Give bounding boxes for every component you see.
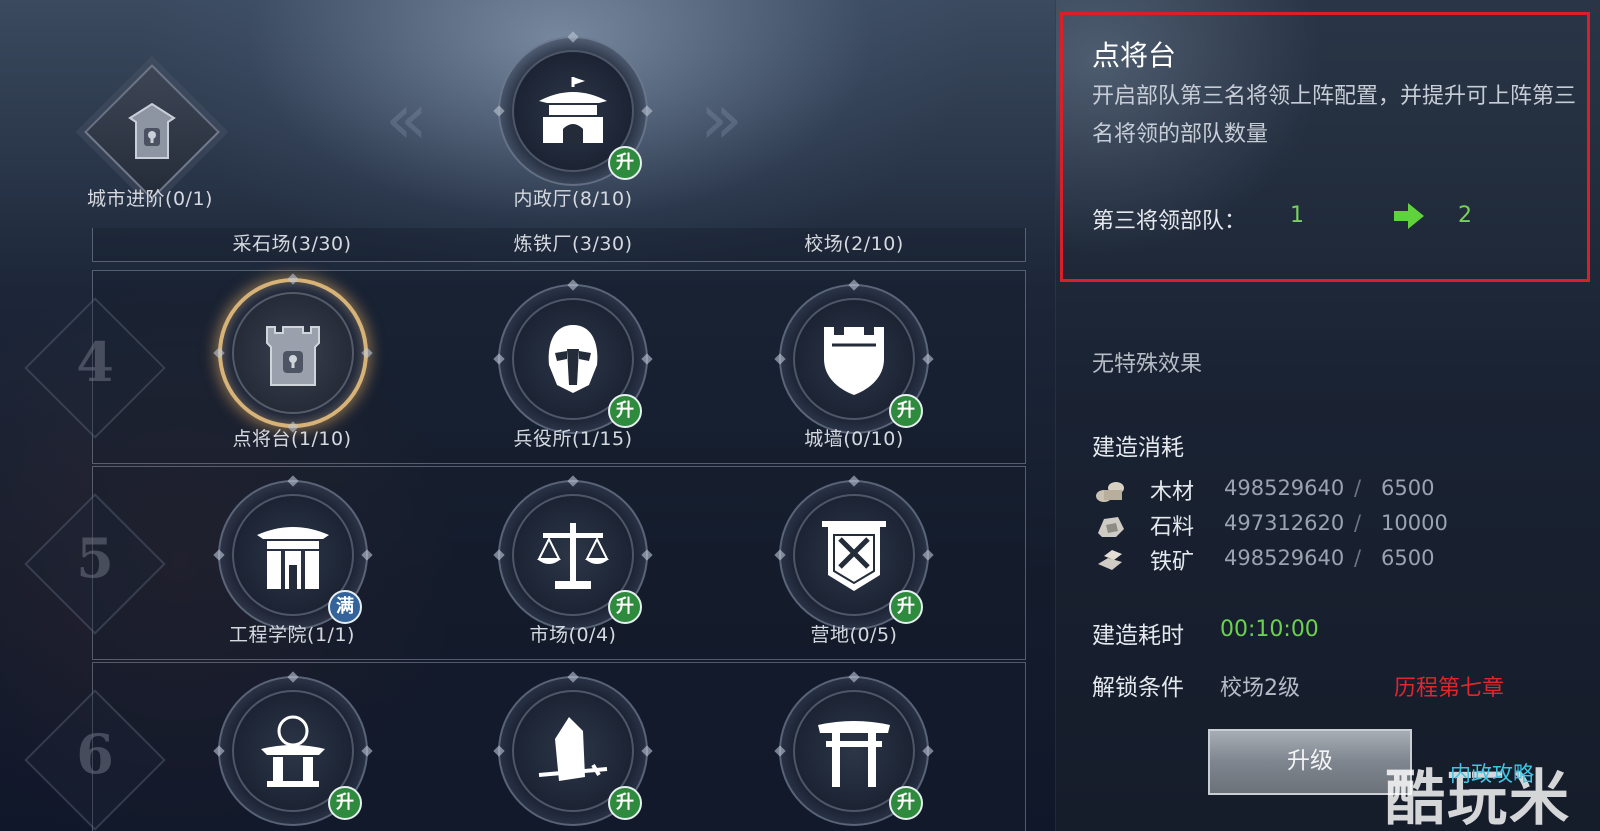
- tier-4-number: 4: [76, 330, 114, 394]
- resource-separator: /: [1354, 476, 1362, 500]
- resource-row-iron: 铁矿 498529640 / 6500: [1094, 544, 1574, 576]
- altar-icon: [261, 715, 325, 787]
- locked-tower-icon: [128, 102, 176, 159]
- resource-name: 石料: [1150, 515, 1195, 540]
- resource-separator: /: [1354, 511, 1362, 535]
- resource-required: 6500: [1381, 476, 1435, 500]
- interior-hall-label: 内政厅(8/10): [513, 188, 633, 210]
- resource-row-wood: 木材 498529640 / 6500: [1094, 474, 1574, 506]
- stat-label: 第三将领部队：: [1092, 209, 1247, 234]
- upgrade-badge: 升: [889, 786, 923, 820]
- resource-required: 6500: [1381, 546, 1435, 570]
- market-label: 市场(0/4): [529, 624, 617, 646]
- city-advance-label: 城市进阶(0/1): [87, 188, 213, 210]
- torii-node[interactable]: 升: [774, 671, 934, 826]
- arrow-right-icon: [1394, 203, 1424, 229]
- resource-required: 10000: [1381, 511, 1448, 535]
- city-wall-node[interactable]: 升: [774, 279, 934, 434]
- interior-guide-link[interactable]: 内政攻略: [1450, 758, 1534, 788]
- helmet-icon: [548, 325, 598, 393]
- maxed-badge: 满: [328, 590, 362, 624]
- stone-sword-node[interactable]: 升: [493, 671, 653, 826]
- conscription-office-label: 兵役所(1/15): [513, 428, 633, 450]
- build-time-label: 建造耗时: [1092, 623, 1184, 649]
- upgrade-badge: 升: [328, 786, 362, 820]
- tier-6-number: 6: [76, 722, 114, 786]
- upgrade-badge: 升: [889, 394, 923, 428]
- resource-name: 木材: [1150, 480, 1195, 505]
- drill-ground-label[interactable]: 校场(2/10): [734, 229, 974, 256]
- upgrade-badge: 升: [608, 590, 642, 624]
- camp-label: 营地(0/5): [810, 624, 898, 646]
- palace-icon: [539, 77, 607, 143]
- altar-node[interactable]: 升: [213, 671, 373, 826]
- building-title: 点将台: [1092, 39, 1177, 72]
- unlock-chapter-requirement: 历程第七章: [1394, 676, 1505, 701]
- tier-5-number: 5: [76, 526, 114, 590]
- resource-owned: 498529640: [1224, 476, 1345, 500]
- stat-next-value: 2: [1458, 203, 1472, 228]
- interior-hall-node[interactable]: 升: [493, 31, 653, 186]
- unlock-requirement: 校场2级: [1220, 676, 1300, 701]
- engineering-academy-node[interactable]: 满: [213, 475, 373, 630]
- camp-node[interactable]: 升: [774, 475, 934, 630]
- chevron-left-decoration-icon: «: [385, 78, 428, 160]
- resource-owned: 498529640: [1224, 546, 1345, 570]
- quarry-label[interactable]: 采石场(3/30): [172, 229, 412, 256]
- upgrade-badge: 升: [608, 786, 642, 820]
- unlock-condition-label: 解锁条件: [1092, 675, 1184, 701]
- torii-icon: [818, 721, 890, 787]
- scales-icon: [537, 523, 609, 589]
- building-description: 开启部队第三名将领上阵配置，并提升可上阵第三名将领的部队数量: [1092, 84, 1577, 147]
- build-cost-heading: 建造消耗: [1092, 435, 1184, 461]
- upgrade-badge: 升: [889, 590, 923, 624]
- market-node[interactable]: 升: [493, 475, 653, 630]
- upgrade-badge: 升: [608, 146, 642, 180]
- commander-platform-label: 点将台(1/10): [232, 428, 352, 450]
- iron-icon: [1098, 550, 1122, 570]
- wood-icon: [1096, 482, 1124, 502]
- conscription-office-node[interactable]: 升: [493, 279, 653, 434]
- resource-name: 铁矿: [1150, 550, 1195, 575]
- banner-swords-icon: [822, 521, 886, 591]
- resource-separator: /: [1354, 546, 1362, 570]
- build-time-value: 00:10:00: [1220, 617, 1319, 642]
- city-wall-label: 城墙(0/10): [804, 428, 904, 450]
- gate-icon: [257, 527, 329, 589]
- chevron-right-decoration-icon: »: [700, 78, 743, 160]
- stat-current-value: 1: [1290, 203, 1304, 228]
- lock-tower-icon: [266, 326, 320, 386]
- commander-platform-node[interactable]: [213, 273, 373, 433]
- wall-shield-icon: [824, 327, 884, 395]
- stone-icon: [1098, 517, 1124, 537]
- iron-foundry-label[interactable]: 炼铁厂(3/30): [453, 229, 693, 256]
- resource-row-stone: 石料 497312620 / 10000: [1094, 509, 1574, 541]
- engineering-academy-label: 工程学院(1/1): [229, 624, 355, 646]
- upgrade-badge: 升: [608, 394, 642, 428]
- upgrade-button[interactable]: 升级: [1208, 729, 1412, 795]
- stone-sword-icon: [538, 717, 608, 781]
- resource-owned: 497312620: [1224, 511, 1345, 535]
- special-effect-text: 无特殊效果: [1092, 352, 1203, 377]
